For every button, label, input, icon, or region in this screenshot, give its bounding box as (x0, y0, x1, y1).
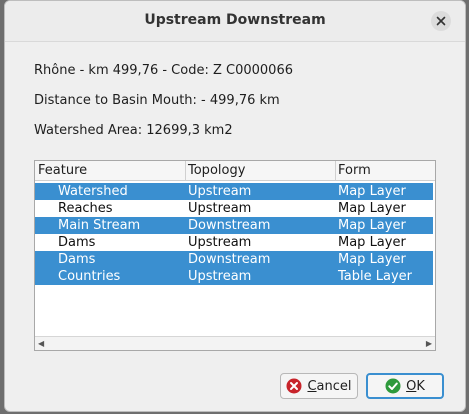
close-icon (436, 16, 446, 26)
distance-label: Distance to Basin Mouth: - 499,76 km (34, 93, 280, 108)
cell-topology: Upstream (188, 235, 252, 250)
cancel-button[interactable]: Cancel (280, 373, 358, 399)
river-info-label: Rhône - km 499,76 - Code: Z C0000066 (34, 63, 293, 78)
ok-mnemonic: O (406, 378, 417, 394)
table-header: Feature Topology Form (35, 161, 435, 181)
column-header-feature[interactable]: Feature (38, 163, 87, 178)
cell-topology: Downstream (188, 218, 271, 233)
table-row[interactable]: Watershed Upstream Map Layer (35, 183, 433, 200)
ok-button[interactable]: OK (366, 373, 444, 399)
ok-button-label: OK (406, 379, 425, 394)
column-header-topology[interactable]: Topology (188, 163, 245, 178)
dialog-title: Upstream Downstream (144, 12, 326, 28)
cell-form: Map Layer (338, 201, 406, 216)
cancel-button-label: Cancel (307, 379, 351, 394)
table-row[interactable]: Countries Upstream Table Layer (35, 268, 433, 285)
column-divider (185, 161, 186, 181)
chevron-right-icon[interactable]: ▶ (426, 339, 432, 348)
cell-form: Map Layer (338, 184, 406, 199)
cell-form: Map Layer (338, 218, 406, 233)
cancel-label-rest: ancel (316, 378, 352, 394)
watershed-area-label: Watershed Area: 12699,3 km2 (34, 123, 233, 138)
cancel-icon (286, 378, 302, 394)
chevron-left-icon[interactable]: ◀ (38, 339, 44, 348)
check-icon (385, 378, 401, 394)
column-divider (335, 161, 336, 181)
cancel-mnemonic: C (307, 378, 317, 394)
column-header-form[interactable]: Form (338, 163, 371, 178)
title-bar: Upstream Downstream (5, 1, 465, 42)
cell-feature: Main Stream (58, 218, 141, 233)
cell-feature: Watershed (58, 184, 128, 199)
cell-topology: Upstream (188, 201, 252, 216)
cell-feature: Countries (58, 269, 121, 284)
cell-feature: Dams (58, 235, 96, 250)
table-row[interactable]: Main Stream Downstream Map Layer (35, 217, 433, 234)
cell-feature: Reaches (58, 201, 113, 216)
cell-form: Map Layer (338, 235, 406, 250)
cell-form: Map Layer (338, 252, 406, 267)
table-row[interactable]: Dams Downstream Map Layer (35, 251, 433, 268)
cell-feature: Dams (58, 252, 96, 267)
cell-form: Table Layer (338, 269, 412, 284)
horizontal-scrollbar[interactable]: ◀ ▶ (35, 336, 435, 350)
cell-topology: Upstream (188, 269, 252, 284)
close-button[interactable] (431, 11, 451, 31)
table-row[interactable]: Reaches Upstream Map Layer (35, 200, 433, 217)
table-row[interactable]: Dams Upstream Map Layer (35, 234, 433, 251)
features-table[interactable]: Feature Topology Form Watershed Upstream… (34, 160, 436, 351)
ok-label-rest: K (416, 378, 425, 394)
cell-topology: Downstream (188, 252, 271, 267)
cell-topology: Upstream (188, 184, 252, 199)
upstream-downstream-dialog: Upstream Downstream Rhône - km 499,76 - … (4, 0, 466, 412)
